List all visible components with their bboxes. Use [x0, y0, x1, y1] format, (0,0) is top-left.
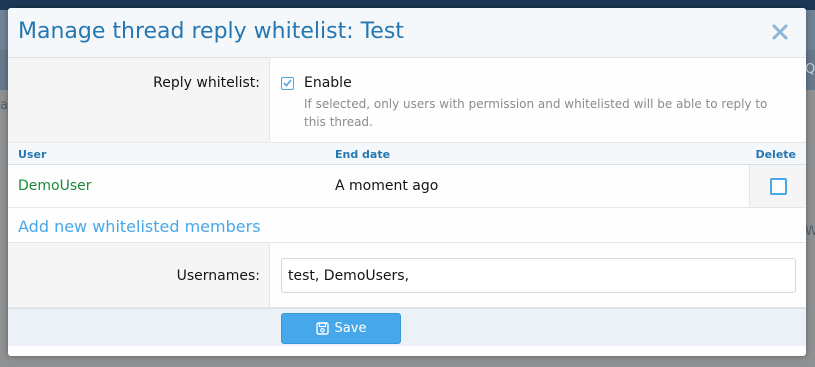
usernames-control: [270, 243, 806, 307]
add-members-row: Add new whitelisted members: [8, 208, 806, 243]
checkmark-icon: [283, 79, 292, 87]
delete-checkbox[interactable]: [769, 177, 787, 195]
save-icon: [315, 322, 329, 335]
dialog-title-bar: Manage thread reply whitelist: Test: [8, 8, 806, 58]
save-button[interactable]: Save: [281, 313, 401, 344]
submit-row: Save: [8, 308, 806, 346]
whitelist-table-header: User End date Delete: [8, 143, 806, 165]
enable-label[interactable]: Enable: [304, 75, 352, 91]
user-link[interactable]: DemoUser: [18, 178, 92, 194]
usernames-input[interactable]: [281, 258, 796, 293]
reply-whitelist-row: Reply whitelist: Enable If selected, onl…: [8, 58, 806, 143]
save-button-label: Save: [334, 321, 367, 336]
delete-cell: [749, 165, 806, 207]
column-header-user: User: [18, 148, 47, 161]
background-partial-text: a: [0, 98, 8, 113]
background-partial-text: W: [805, 224, 815, 239]
close-icon[interactable]: [768, 20, 792, 44]
dialog-title: Manage thread reply whitelist: Test: [18, 19, 404, 44]
table-row: DemoUser A moment ago: [8, 165, 806, 208]
usernames-label: Usernames:: [8, 243, 270, 307]
enable-checkbox[interactable]: [281, 76, 294, 90]
reply-whitelist-control: Enable If selected, only users with perm…: [270, 58, 806, 142]
end-date-value: A moment ago: [335, 178, 439, 194]
column-header-delete: Delete: [755, 148, 796, 161]
usernames-row: Usernames:: [8, 243, 806, 308]
enable-hint: If selected, only users with permission …: [304, 97, 768, 129]
enable-option[interactable]: Enable: [281, 74, 806, 92]
reply-whitelist-label: Reply whitelist:: [8, 58, 270, 142]
background-partial-text: Q: [805, 62, 815, 77]
column-header-end-date: End date: [335, 148, 391, 161]
whitelist-dialog: Manage thread reply whitelist: Test Repl…: [8, 8, 806, 356]
add-whitelisted-members-link[interactable]: Add new whitelisted members: [18, 217, 261, 236]
